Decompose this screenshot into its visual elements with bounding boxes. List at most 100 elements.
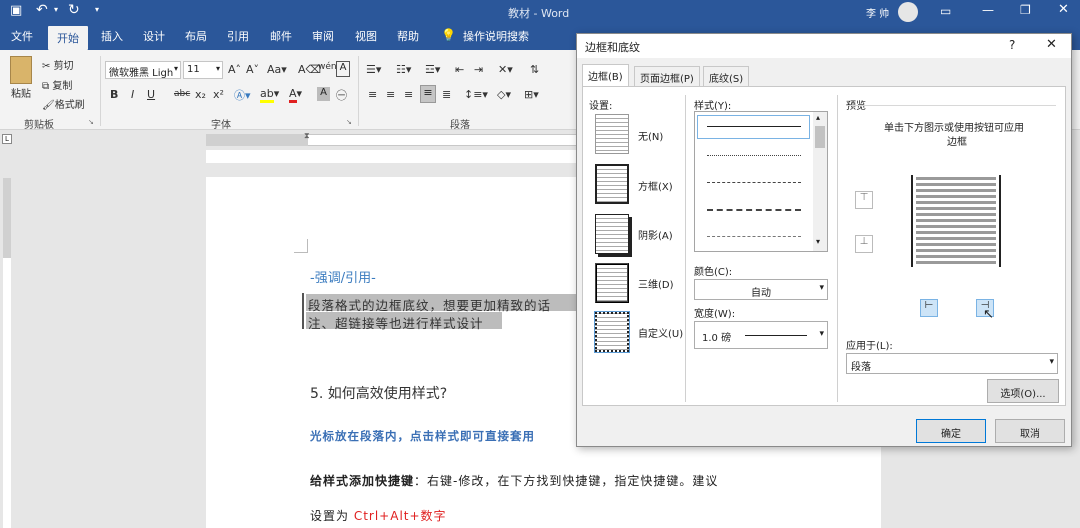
setting-custom[interactable]: 自定义(U)	[638, 325, 683, 340]
tab-view[interactable]: 视图	[355, 28, 377, 44]
restore-icon[interactable]: ❐	[1020, 3, 1031, 17]
tab-insert[interactable]: 插入	[101, 28, 123, 44]
close-window-icon[interactable]: ✕	[1058, 2, 1069, 17]
paste-icon[interactable]	[10, 56, 32, 84]
scroll-up-icon[interactable]: ▴	[816, 113, 820, 122]
clipboard-launcher-icon[interactable]: ↘	[88, 118, 94, 126]
section-heading[interactable]: 5. 如何高效使用样式?	[310, 383, 447, 403]
cut-button[interactable]: ✂ 剪切	[42, 57, 74, 72]
setting-none-icon[interactable]	[595, 114, 629, 154]
multilevel-list-icon[interactable]: ☲▾	[425, 63, 440, 76]
char-shading-icon[interactable]: A	[317, 87, 330, 101]
redo-icon[interactable]: ↻	[68, 2, 80, 18]
vertical-ruler[interactable]	[0, 150, 14, 528]
decrease-indent-icon[interactable]: ⇤	[455, 63, 464, 76]
options-button[interactable]: 选项(O)...	[987, 379, 1059, 403]
superscript-icon[interactable]: x²	[213, 88, 224, 101]
format-painter-button[interactable]: 🖌格式刷	[42, 96, 85, 111]
tab-mailings[interactable]: 邮件	[270, 28, 292, 44]
blue-tip[interactable]: 光标放在段落内，点击样式即可直接套用	[310, 428, 535, 444]
font-launcher-icon[interactable]: ↘	[346, 118, 352, 126]
justify-icon[interactable]: ≡	[420, 85, 436, 103]
borders-icon[interactable]: ⊞▾	[524, 88, 539, 101]
width-select[interactable]: 1.0 磅 ▾	[694, 321, 828, 349]
save-icon[interactable]: ▣	[10, 3, 22, 18]
strikethrough-icon[interactable]: abc	[174, 89, 190, 99]
setting-shadow-icon[interactable]	[595, 214, 629, 254]
heading-quote[interactable]: -强调/引用-	[310, 267, 376, 286]
ok-button[interactable]: 确定	[916, 419, 986, 443]
style-dotted[interactable]	[707, 155, 801, 156]
font-color-icon[interactable]: A▾	[289, 87, 302, 103]
style-dashed-small[interactable]	[707, 182, 801, 183]
setting-3d-icon[interactable]	[595, 263, 629, 303]
ribbon-display-icon[interactable]: ▭	[940, 4, 951, 18]
left-border-button[interactable]: ⊢	[920, 299, 938, 317]
sort-icon[interactable]: ⇅	[530, 63, 539, 76]
top-border-button[interactable]: ⊤	[855, 191, 873, 209]
shading-icon[interactable]: ◇▾	[497, 88, 511, 101]
char-border-icon[interactable]: A	[336, 61, 350, 77]
setting-3d[interactable]: 三维(D)	[638, 276, 674, 291]
tab-home[interactable]: 开始	[48, 26, 88, 50]
tab-design[interactable]: 设计	[143, 28, 165, 44]
indent-marker-icon[interactable]: ⧗	[304, 131, 310, 141]
setting-box-icon[interactable]	[595, 164, 629, 204]
tab-review[interactable]: 审阅	[312, 28, 334, 44]
numbering-icon[interactable]: ☷▾	[396, 63, 411, 76]
style-dashed-large[interactable]	[707, 209, 801, 211]
setting-box[interactable]: 方框(X)	[638, 178, 673, 193]
setting-custom-icon[interactable]	[594, 311, 630, 353]
tab-borders[interactable]: 边框(B)	[582, 64, 629, 87]
highlight-icon[interactable]: ab▾	[260, 87, 279, 103]
minimize-icon[interactable]: —	[982, 3, 994, 17]
style-solid[interactable]	[707, 126, 801, 127]
enclose-char-icon[interactable]: ㊀	[336, 87, 347, 103]
avatar[interactable]	[898, 2, 918, 22]
align-center-icon[interactable]: ≡	[386, 88, 395, 101]
undo-icon[interactable]: ↶	[36, 2, 48, 18]
italic-icon[interactable]: I	[131, 88, 134, 101]
cancel-button[interactable]: 取消	[995, 419, 1065, 443]
help-button[interactable]: ?	[1009, 38, 1015, 52]
increase-indent-icon[interactable]: ⇥	[474, 63, 483, 76]
undo-dropdown-icon[interactable]: ▾	[54, 5, 58, 14]
style-list[interactable]: ▴ ▾	[694, 111, 828, 252]
chinese-layout-icon[interactable]: ✕▾	[498, 63, 513, 76]
tell-me-search[interactable]: 操作说明搜索	[463, 28, 529, 44]
subscript-icon[interactable]: x₂	[195, 88, 206, 101]
close-icon[interactable]: ✕	[1046, 37, 1057, 52]
body-text-line[interactable]: 给样式添加快捷键：右键-修改，在下方找到快捷键，指定快捷键。建议	[310, 472, 718, 489]
tab-help[interactable]: 帮助	[397, 28, 419, 44]
body-text-line[interactable]: 设置为 Ctrl+Alt+数字	[310, 507, 447, 524]
copy-button[interactable]: ⧉ 复制	[42, 77, 72, 92]
scrollbar-thumb[interactable]	[815, 126, 825, 148]
setting-shadow[interactable]: 阴影(A)	[638, 227, 673, 242]
body-text-line[interactable]: 段落格式的边框底纹，想要更加精致的话	[308, 295, 551, 314]
scrollbar[interactable]: ▴ ▾	[813, 112, 827, 251]
tab-layout[interactable]: 布局	[185, 28, 207, 44]
font-name-combo[interactable]: 微软雅黑 Ligh ▾	[105, 61, 181, 79]
change-case-icon[interactable]: Aa▾	[267, 63, 287, 76]
grow-font-icon[interactable]: A˄	[228, 63, 241, 76]
tab-selector-icon[interactable]: L	[2, 134, 12, 144]
bullets-icon[interactable]: ☰▾	[366, 63, 381, 76]
scroll-down-icon[interactable]: ▾	[816, 237, 820, 246]
tab-page-border[interactable]: 页面边框(P)	[634, 66, 700, 86]
align-left-icon[interactable]: ≡	[368, 88, 377, 101]
align-right-icon[interactable]: ≡	[404, 88, 413, 101]
text-effects-icon[interactable]: Ⓐ▾	[234, 87, 251, 103]
underline-icon[interactable]: U	[147, 88, 155, 101]
apply-to-select[interactable]: 段落 ▾	[846, 353, 1058, 374]
style-dash-dot[interactable]	[707, 236, 801, 237]
bottom-border-button[interactable]: ⊥	[855, 235, 873, 253]
body-text-line[interactable]: 注、超链接等也进行样式设计	[308, 313, 484, 332]
tab-references[interactable]: 引用	[227, 28, 249, 44]
shrink-font-icon[interactable]: A˅	[246, 63, 259, 76]
bold-icon[interactable]: B	[110, 88, 118, 101]
tab-file[interactable]: 文件	[11, 28, 33, 44]
dialog-title-bar[interactable]: 边框和底纹 ? ✕	[577, 34, 1071, 58]
style-selected[interactable]	[697, 115, 810, 139]
font-size-combo[interactable]: 11 ▾	[183, 61, 223, 79]
paste-button[interactable]: 粘贴	[11, 85, 31, 100]
